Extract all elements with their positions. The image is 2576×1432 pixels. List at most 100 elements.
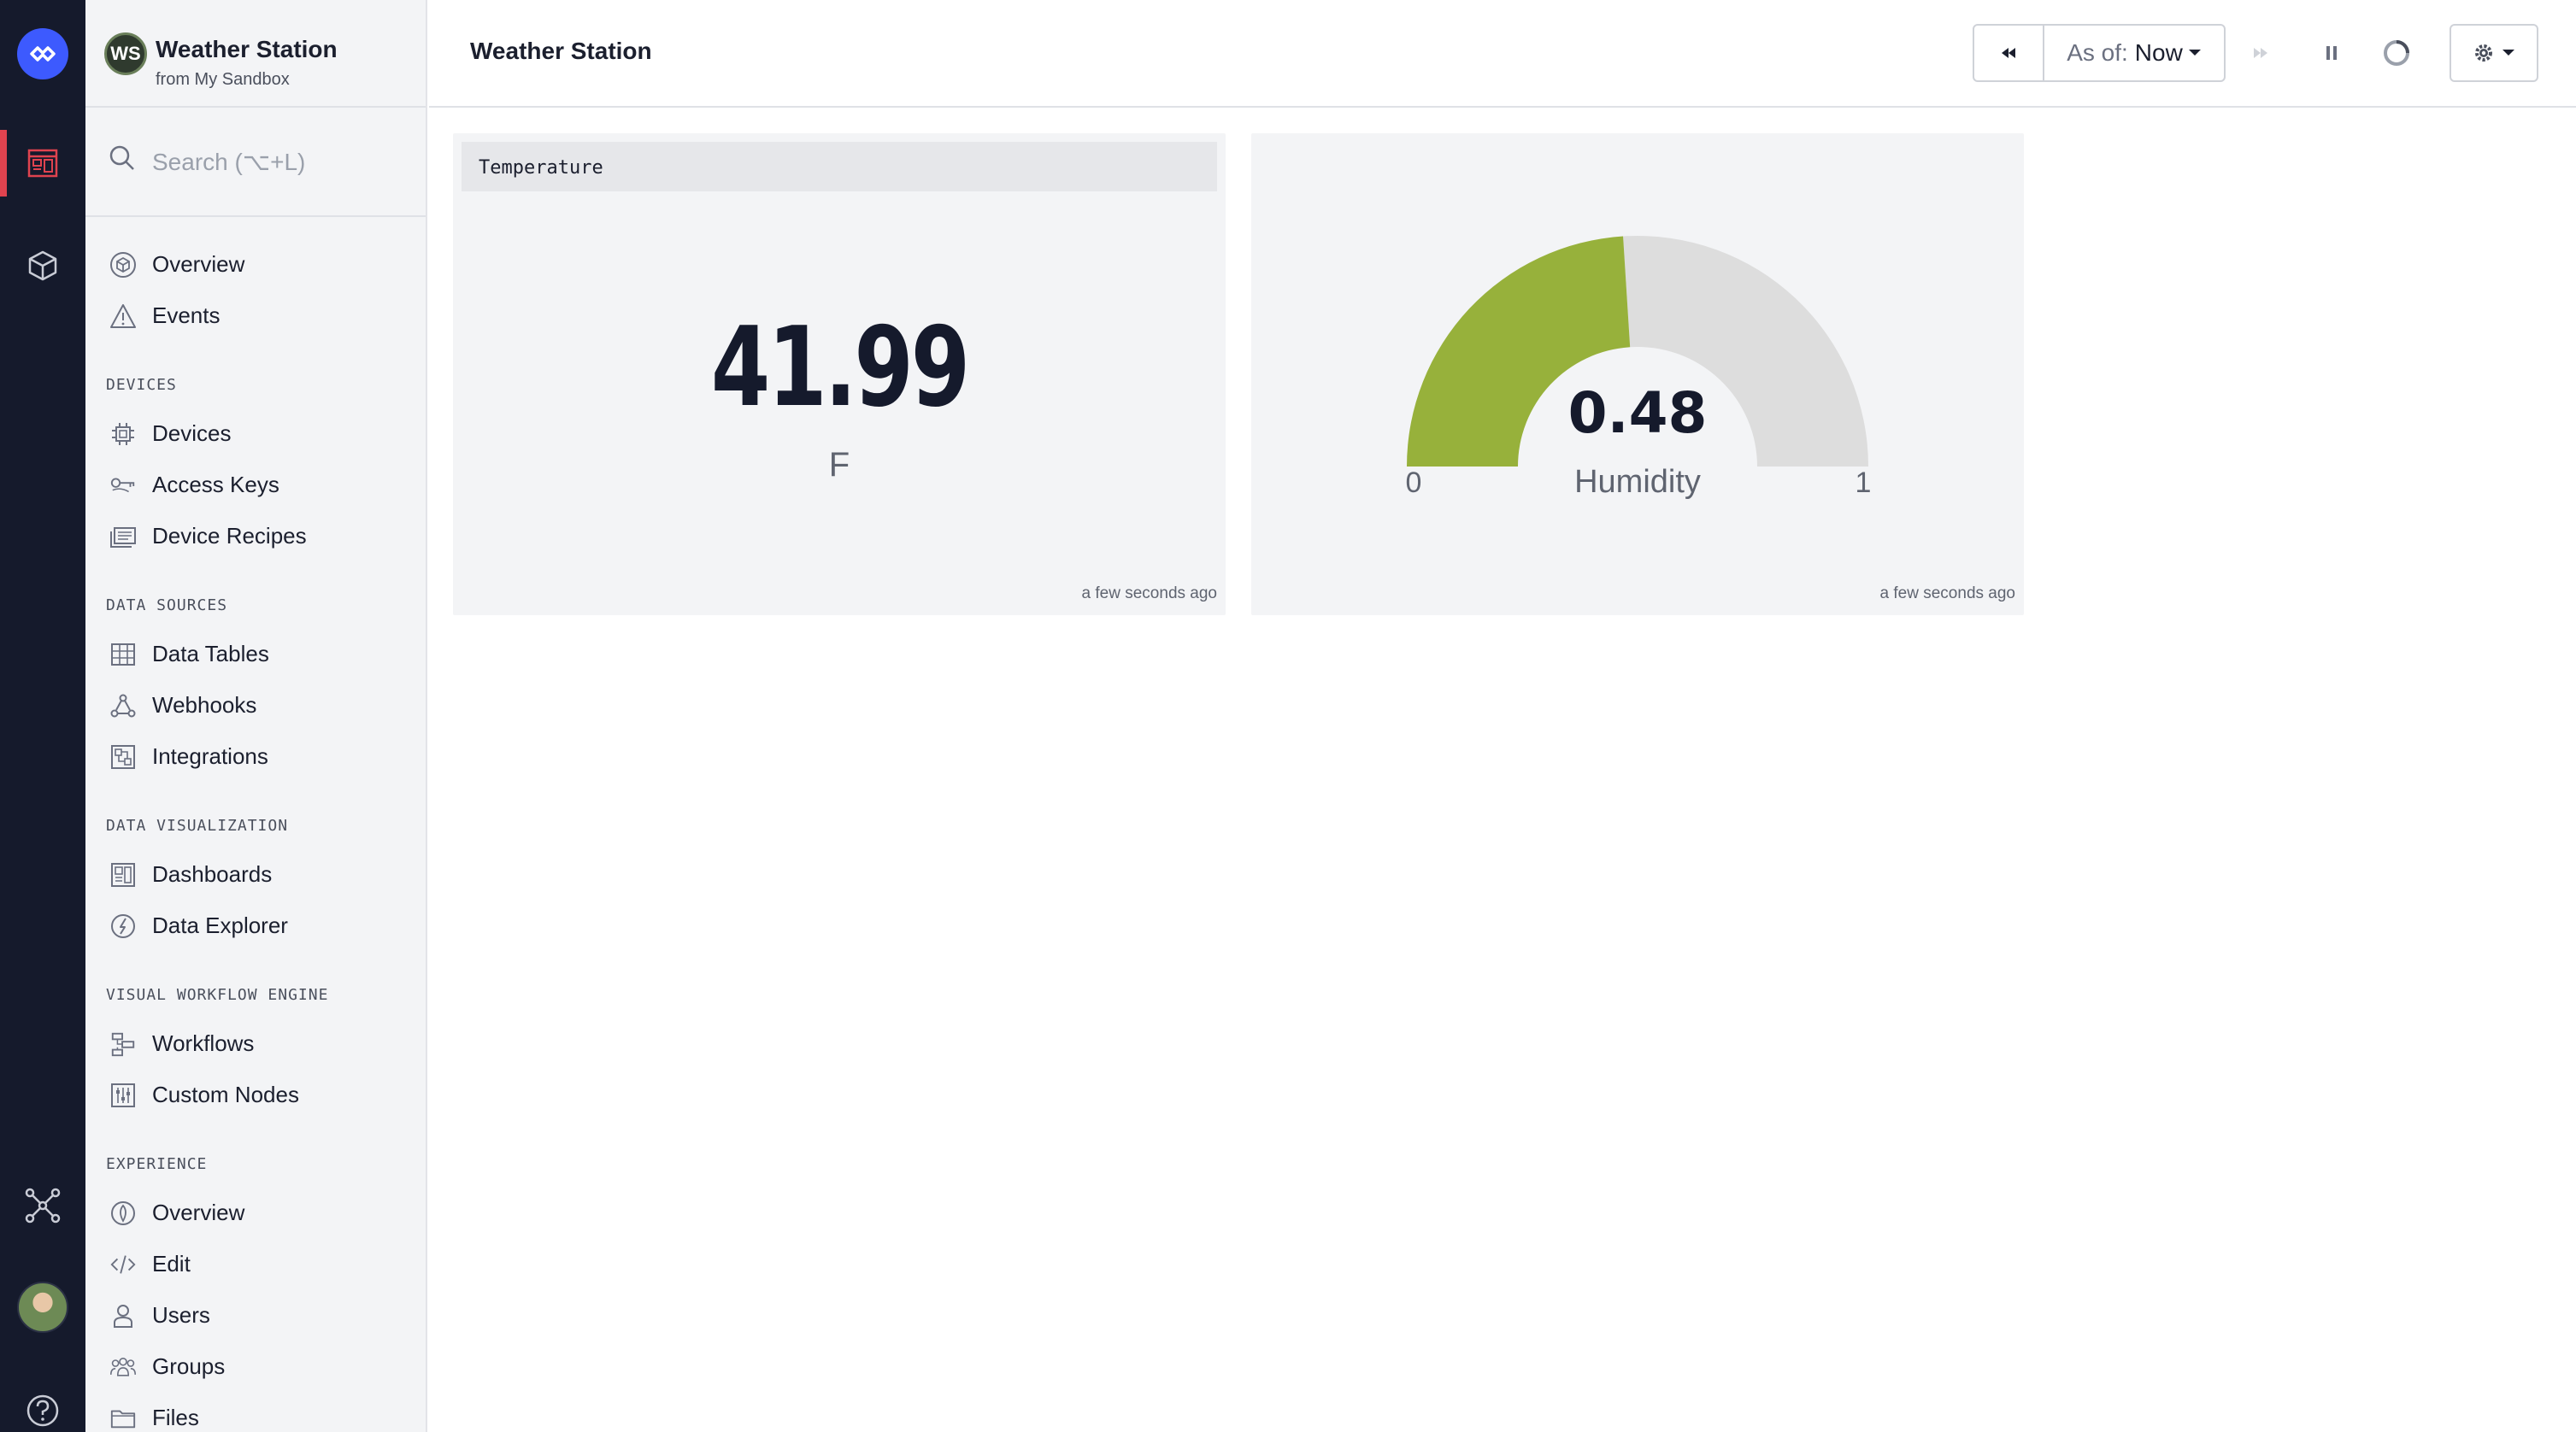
sidebar: WS Weather Station from My Sandbox Overv…: [85, 0, 427, 1432]
nav-item-workflows[interactable]: Workflows: [85, 1018, 403, 1068]
cube-circle-icon: [109, 251, 137, 279]
section-title-visual-workflow-engine: VISUAL WORKFLOW ENGINE: [106, 986, 329, 1004]
application-header[interactable]: WS Weather Station from My Sandbox: [85, 0, 426, 108]
rail-network-icon[interactable]: [0, 1172, 85, 1239]
section-title-devices: DEVICES: [106, 376, 177, 394]
section-title-experience: EXPERIENCE: [106, 1155, 208, 1173]
gauge-label: Humidity: [1574, 464, 1701, 500]
nav-label: Custom Nodes: [152, 1081, 299, 1107]
nav-label: Data Tables: [152, 640, 269, 666]
block-timestamp: a few seconds ago: [1081, 584, 1217, 602]
rail-cube-icon[interactable]: [0, 232, 85, 299]
nav-item-custom-nodes[interactable]: Custom Nodes: [85, 1070, 403, 1119]
block-header: Temperature: [462, 142, 1217, 191]
explorer-icon: [109, 913, 137, 940]
pause-icon: [2326, 46, 2337, 60]
nav-item-devices[interactable]: Devices: [85, 408, 403, 458]
nav-label: Groups: [152, 1353, 226, 1379]
chevron-down-icon: [2188, 50, 2201, 56]
nav-item-access-keys[interactable]: Access Keys: [85, 460, 403, 509]
user-icon: [109, 1302, 137, 1329]
nav-item-users[interactable]: Users: [85, 1290, 403, 1340]
rewind-button[interactable]: [1974, 26, 2044, 80]
dashboard-settings-button[interactable]: [2450, 24, 2538, 82]
warning-triangle-icon: [109, 302, 137, 330]
folder-icon: [109, 1405, 137, 1432]
logo-icon[interactable]: [17, 28, 68, 79]
key-icon: [109, 472, 137, 499]
app-rail: [0, 0, 85, 1432]
fast-forward-button[interactable]: [2231, 24, 2291, 82]
nav-label: Integrations: [152, 742, 268, 769]
gauge-value: 0.48: [1568, 380, 1708, 446]
dashboard-topbar: Weather Station As of: Now: [429, 0, 2576, 108]
rewind-icon: [2002, 48, 2015, 58]
refresh-spinner: [2371, 24, 2422, 82]
nav-label: Device Recipes: [152, 522, 307, 549]
nav-item-dashboards[interactable]: Dashboards: [85, 849, 403, 899]
integrations-icon: [109, 743, 137, 771]
custom-nodes-icon: [109, 1082, 137, 1109]
fast-forward-icon: [2254, 48, 2267, 58]
nav-label: Overview: [152, 250, 245, 277]
as-of-dropdown[interactable]: As of: Now: [2044, 26, 2224, 80]
webhook-icon: [109, 692, 137, 719]
chip-icon: [109, 420, 137, 448]
group-icon: [109, 1353, 137, 1381]
nav-item-experience-overview[interactable]: Overview: [85, 1188, 403, 1237]
humidity-gauge: 0.48 Humidity 0 1: [1406, 236, 1871, 500]
pause-button[interactable]: [2306, 24, 2357, 82]
nav-item-edit[interactable]: Edit: [85, 1239, 403, 1288]
nav-item-groups[interactable]: Groups: [85, 1341, 403, 1391]
nav-label: Webhooks: [152, 691, 257, 718]
nav-label: Edit: [152, 1250, 191, 1276]
nav-label: Data Explorer: [152, 912, 288, 938]
section-title-data-sources: DATA SOURCES: [106, 596, 228, 614]
page-title: Weather Station: [470, 38, 652, 64]
application-avatar: WS: [104, 32, 147, 75]
as-of-label: As of:: [2067, 39, 2128, 66]
block-title: Temperature: [479, 157, 603, 179]
section-title-data-visualization: DATA VISUALIZATION: [106, 817, 289, 835]
nav-label: Users: [152, 1301, 210, 1328]
dashboard-icon: [109, 861, 137, 889]
nav-item-data-explorer[interactable]: Data Explorer: [85, 901, 403, 950]
code-icon: [109, 1251, 137, 1278]
recipe-icon: [109, 523, 137, 550]
user-avatar[interactable]: [17, 1282, 68, 1333]
nav-label: Devices: [152, 420, 232, 446]
temperature-value: 41.99: [710, 304, 970, 431]
search-bar: [85, 109, 426, 217]
nav-item-events[interactable]: Events: [85, 291, 403, 340]
search-icon: [109, 145, 134, 170]
gauge-min: 0: [1406, 467, 1422, 499]
rail-applications-icon[interactable]: [0, 130, 85, 197]
application-sandbox: from My Sandbox: [156, 70, 290, 89]
as-of-value: Now: [2134, 39, 2183, 66]
loading-spinner-icon: [2384, 40, 2409, 66]
nav-item-data-tables[interactable]: Data Tables: [85, 629, 403, 678]
nav-item-files[interactable]: Files: [85, 1393, 403, 1432]
nav-label: Events: [152, 302, 221, 328]
experience-icon: [109, 1200, 137, 1227]
time-range-control: As of: Now: [1973, 24, 2226, 82]
nav-label: Workflows: [152, 1030, 255, 1056]
humidity-block: 0.48 Humidity 0 1 a few seconds ago: [1251, 133, 2024, 615]
temperature-block: Temperature 41.99 F a few seconds ago: [453, 133, 1226, 615]
nav-label: Access Keys: [152, 471, 279, 497]
temperature-unit: F: [828, 446, 850, 484]
nav-item-integrations[interactable]: Integrations: [85, 731, 403, 781]
nav-item-webhooks[interactable]: Webhooks: [85, 680, 403, 730]
nav-item-device-recipes[interactable]: Device Recipes: [85, 511, 403, 560]
gear-icon: [2475, 44, 2492, 62]
block-timestamp: a few seconds ago: [1879, 584, 2015, 602]
search-input[interactable]: [152, 144, 409, 181]
nav-label: Overview: [152, 1199, 245, 1225]
workflow-icon: [109, 1030, 137, 1058]
application-name: Weather Station: [156, 36, 338, 62]
table-icon: [109, 641, 137, 668]
nav-label: Dashboards: [152, 860, 273, 887]
nav-label: Files: [152, 1404, 199, 1430]
nav-item-overview[interactable]: Overview: [85, 239, 403, 289]
help-icon[interactable]: [0, 1377, 85, 1432]
